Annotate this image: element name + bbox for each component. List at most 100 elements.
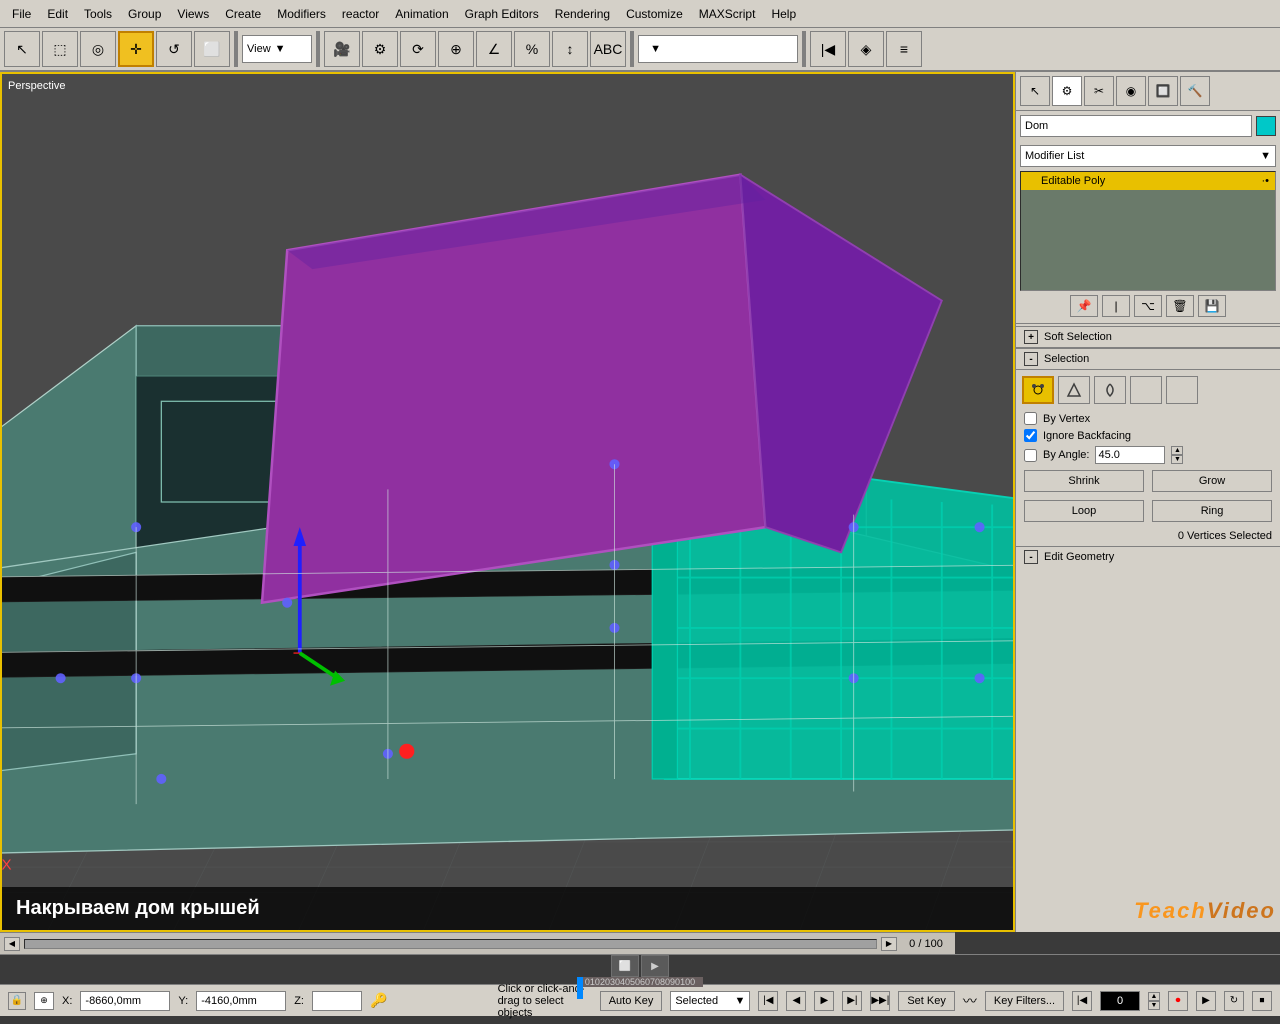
grow-btn[interactable]: Grow	[1152, 470, 1272, 492]
element-mode-btn[interactable]	[1166, 376, 1198, 404]
z-input[interactable]	[312, 991, 362, 1011]
region-select-btn[interactable]: ⬚	[42, 31, 78, 67]
angle-up-btn[interactable]: ▲	[1171, 446, 1183, 455]
play-btn[interactable]: ▶	[814, 991, 834, 1011]
menu-tools[interactable]: Tools	[76, 5, 120, 23]
mirror-btn[interactable]: ⟳	[400, 31, 436, 67]
record-btn[interactable]: ⏺	[1168, 991, 1188, 1011]
y-input[interactable]	[196, 991, 286, 1011]
by-vertex-checkbox[interactable]	[1024, 412, 1037, 425]
edit-geometry-toggle[interactable]: -	[1024, 550, 1038, 564]
menu-maxscript[interactable]: MAXScript	[691, 5, 764, 23]
stop-anim-btn[interactable]: ⏹	[1252, 991, 1272, 1011]
pin-stack-btn[interactable]: 📌	[1070, 295, 1098, 317]
menu-customize[interactable]: Customize	[618, 5, 691, 23]
reference-dropdown[interactable]: ▼	[638, 35, 798, 63]
remove-modifier-btn[interactable]: 🗑	[1166, 295, 1194, 317]
by-angle-checkbox[interactable]	[1024, 449, 1037, 462]
snap-btn[interactable]: ⊕	[438, 31, 474, 67]
menu-views[interactable]: Views	[169, 5, 217, 23]
modify-panel-btn[interactable]: ↖	[1020, 76, 1050, 106]
rotate-tool-btn[interactable]: ↺	[156, 31, 192, 67]
show-end-result-btn[interactable]: |	[1102, 295, 1130, 317]
loop-anim-btn[interactable]: ↻	[1224, 991, 1244, 1011]
frame-input[interactable]	[1100, 991, 1140, 1011]
next-key-btn[interactable]: ▶|	[842, 991, 862, 1011]
selection-header[interactable]: - Selection	[1016, 349, 1280, 370]
menu-rendering[interactable]: Rendering	[547, 5, 618, 23]
menu-edit[interactable]: Edit	[39, 5, 76, 23]
key-mode-btn[interactable]: ◈	[848, 31, 884, 67]
timeline-ruler[interactable]: 0 10 20 30 40 50 60 70 80 90 100	[577, 977, 703, 987]
selection-toggle[interactable]: -	[1024, 352, 1038, 366]
utilities-panel-btn[interactable]: 🔨	[1180, 76, 1210, 106]
coord-type-btn[interactable]: ⊕	[34, 992, 54, 1010]
hierarchy-panel-btn[interactable]: 🔲	[1148, 76, 1178, 106]
timeline-playhead[interactable]	[577, 977, 583, 999]
object-color-swatch[interactable]	[1256, 116, 1276, 136]
play-anim-btn[interactable]: ▶	[1196, 991, 1216, 1011]
go-end-btn[interactable]: ▶▶|	[870, 991, 890, 1011]
menu-reactor[interactable]: reactor	[334, 5, 387, 23]
create-panel-btn[interactable]: ⚙	[1052, 76, 1082, 106]
ring-btn[interactable]: Ring	[1152, 500, 1272, 522]
auto-key-btn[interactable]: Auto Key	[600, 991, 663, 1011]
lock-icon[interactable]: 🔒	[8, 992, 26, 1010]
soft-selection-header[interactable]: + Soft Selection	[1016, 327, 1280, 348]
selected-dropdown[interactable]: Selected ▼	[670, 991, 750, 1011]
modifier-list-dropdown[interactable]: Modifier List ▼	[1020, 145, 1276, 167]
view-dropdown[interactable]: View ▼	[242, 35, 312, 63]
loop-btn[interactable]: Loop	[1024, 500, 1144, 522]
ignore-backfacing-checkbox[interactable]	[1024, 429, 1037, 442]
shrink-btn[interactable]: Shrink	[1024, 470, 1144, 492]
polygon-mode-btn[interactable]	[1130, 376, 1162, 404]
prev-key-btn[interactable]: ◀	[786, 991, 806, 1011]
modifier-stack[interactable]: Editable Poly ·•	[1020, 171, 1276, 291]
angle-snap-btn[interactable]: ∠	[476, 31, 512, 67]
viewport[interactable]: Perspective	[0, 72, 1015, 932]
by-angle-input[interactable]	[1095, 446, 1165, 464]
menu-modifiers[interactable]: Modifiers	[269, 5, 334, 23]
frame-spinner[interactable]: ▲ ▼	[1148, 992, 1160, 1010]
edit-geometry-section[interactable]: - Edit Geometry	[1016, 546, 1280, 567]
x-input[interactable]	[80, 991, 170, 1011]
set-key-btn[interactable]: Set Key	[898, 991, 955, 1011]
object-name-input[interactable]	[1020, 115, 1252, 137]
angle-down-btn[interactable]: ▼	[1171, 455, 1183, 464]
move-tool-btn[interactable]: ✛	[118, 31, 154, 67]
make-unique-btn[interactable]: ⌥	[1134, 295, 1162, 317]
spinner-btn[interactable]: ↕	[552, 31, 588, 67]
vertex-mode-btn[interactable]	[1022, 376, 1054, 404]
timeline-icon-1[interactable]: ⬜	[611, 955, 639, 977]
material-btn[interactable]: ⚙	[362, 31, 398, 67]
key-filters-btn[interactable]: Key Filters...	[985, 991, 1064, 1011]
render-btn[interactable]: 🎥	[324, 31, 360, 67]
edge-mode-btn[interactable]	[1058, 376, 1090, 404]
soft-selection-toggle[interactable]: +	[1024, 330, 1038, 344]
border-mode-btn[interactable]	[1094, 376, 1126, 404]
go-start-2-btn[interactable]: |◀	[1072, 991, 1092, 1011]
menu-file[interactable]: File	[4, 5, 39, 23]
scale-tool-btn[interactable]: ⬜	[194, 31, 230, 67]
scroll-right-btn[interactable]: ▶	[881, 937, 897, 951]
motion-panel-btn[interactable]: ◉	[1116, 76, 1146, 106]
layers-btn[interactable]: ≡	[886, 31, 922, 67]
text-btn[interactable]: ABC	[590, 31, 626, 67]
percent-snap-btn[interactable]: %	[514, 31, 550, 67]
configure-modifier-sets-btn[interactable]: 💾	[1198, 295, 1226, 317]
go-start-btn[interactable]: |◀	[758, 991, 778, 1011]
menu-group[interactable]: Group	[120, 5, 169, 23]
scroll-left-btn[interactable]: ◀	[4, 937, 20, 951]
select-tool-btn[interactable]: ↖	[4, 31, 40, 67]
menu-help[interactable]: Help	[763, 5, 804, 23]
menu-graph-editors[interactable]: Graph Editors	[457, 5, 547, 23]
menu-animation[interactable]: Animation	[387, 5, 456, 23]
menu-create[interactable]: Create	[217, 5, 269, 23]
display-panel-btn[interactable]: ✂	[1084, 76, 1114, 106]
editable-poly-item[interactable]: Editable Poly ·•	[1021, 172, 1275, 190]
timeline-icon-2[interactable]: ▶	[641, 955, 669, 977]
angle-spinner[interactable]: ▲ ▼	[1171, 446, 1183, 464]
scroll-track[interactable]	[24, 939, 877, 949]
prev-frame-btn[interactable]: |◀	[810, 31, 846, 67]
frame-down-btn[interactable]: ▼	[1148, 1001, 1160, 1010]
